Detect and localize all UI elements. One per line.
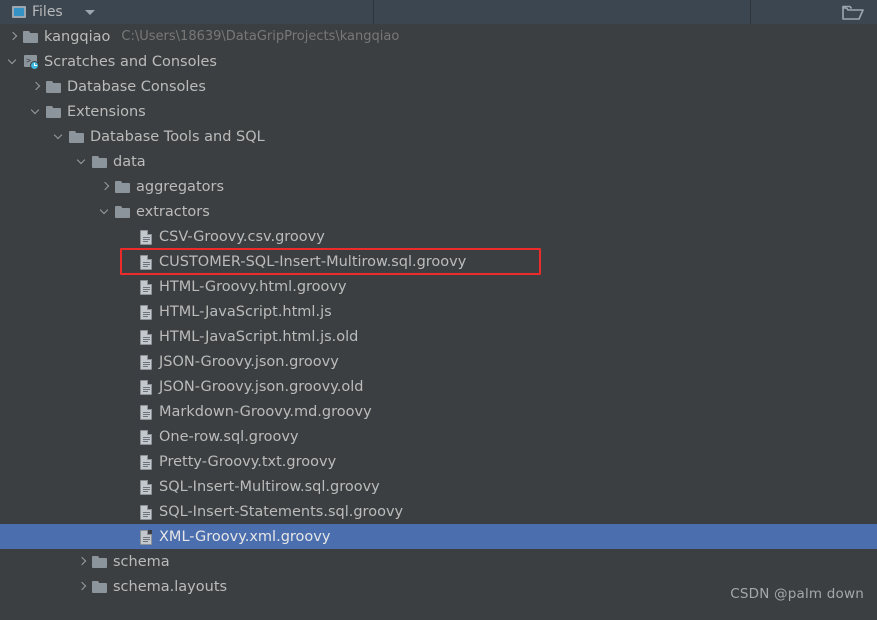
file-icon bbox=[138, 329, 154, 345]
file-icon bbox=[138, 304, 154, 320]
tab-files[interactable]: Files bbox=[0, 0, 95, 24]
tree-row-label: Database Consoles bbox=[67, 78, 206, 95]
file-icon bbox=[138, 354, 154, 370]
tree-row[interactable]: CUSTOMER-SQL-Insert-Multirow.sql.groovy bbox=[0, 249, 877, 274]
scratches-icon: >_ bbox=[23, 54, 39, 70]
tool-window-header: Files bbox=[0, 0, 877, 24]
tree-row[interactable]: >_ Scratches and Consoles bbox=[0, 49, 877, 74]
tree-row-label: CUSTOMER-SQL-Insert-Multirow.sql.groovy bbox=[159, 253, 467, 270]
tree-row[interactable]: JSON-Groovy.json.groovy.old bbox=[0, 374, 877, 399]
tree-row[interactable]: One-row.sql.groovy bbox=[0, 424, 877, 449]
tree-row[interactable]: data bbox=[0, 149, 877, 174]
file-icon bbox=[138, 404, 154, 420]
file-icon bbox=[138, 279, 154, 295]
tree-row[interactable]: HTML-JavaScript.html.js.old bbox=[0, 324, 877, 349]
chevron-right-icon[interactable] bbox=[100, 181, 111, 192]
tree-row-label: Scratches and Consoles bbox=[44, 53, 217, 70]
chevron-right-icon[interactable] bbox=[31, 81, 42, 92]
chevron-right-icon[interactable] bbox=[77, 556, 88, 567]
tree-row-label: HTML-JavaScript.html.js.old bbox=[159, 328, 359, 345]
files-panel-icon bbox=[12, 6, 26, 18]
tab-files-label: Files bbox=[32, 4, 63, 20]
chevron-right-icon[interactable] bbox=[8, 31, 19, 42]
chevron-down-icon[interactable] bbox=[84, 9, 95, 15]
file-icon bbox=[138, 229, 154, 245]
chevron-down-icon[interactable] bbox=[31, 106, 42, 117]
folder-icon bbox=[92, 554, 108, 570]
tree-row[interactable]: Markdown-Groovy.md.groovy bbox=[0, 399, 877, 424]
header-divider-2 bbox=[750, 0, 751, 24]
open-folder-icon[interactable] bbox=[842, 5, 864, 20]
folder-icon bbox=[115, 204, 131, 220]
tree-row[interactable]: CSV-Groovy.csv.groovy bbox=[0, 224, 877, 249]
tree-row[interactable]: SQL-Insert-Statements.sql.groovy bbox=[0, 499, 877, 524]
tree-row-label: data bbox=[113, 153, 146, 170]
tree-row[interactable]: SQL-Insert-Multirow.sql.groovy bbox=[0, 474, 877, 499]
folder-icon bbox=[92, 579, 108, 595]
chevron-down-icon[interactable] bbox=[77, 156, 88, 167]
chevron-down-icon[interactable] bbox=[8, 56, 19, 67]
file-tree[interactable]: kangqiao C:\Users\18639\DataGripProjects\… bbox=[0, 24, 877, 620]
file-icon bbox=[138, 379, 154, 395]
file-icon bbox=[138, 429, 154, 445]
tree-row-label: kangqiao bbox=[44, 28, 111, 45]
tree-row[interactable]: schema bbox=[0, 549, 877, 574]
file-icon bbox=[138, 529, 154, 545]
tree-row[interactable]: JSON-Groovy.json.groovy bbox=[0, 349, 877, 374]
chevron-right-icon[interactable] bbox=[77, 581, 88, 592]
tree-row-label: XML-Groovy.xml.groovy bbox=[159, 528, 331, 545]
tree-row-label: SQL-Insert-Multirow.sql.groovy bbox=[159, 478, 380, 495]
file-icon bbox=[138, 454, 154, 470]
tree-row[interactable]: kangqiao C:\Users\18639\DataGripProjects\… bbox=[0, 24, 877, 49]
folder-icon bbox=[69, 129, 85, 145]
tree-row[interactable]: XML-Groovy.xml.groovy bbox=[0, 524, 877, 549]
folder-icon bbox=[46, 79, 62, 95]
tree-row-label: Extensions bbox=[67, 103, 146, 120]
tree-row-label: HTML-JavaScript.html.js bbox=[159, 303, 332, 320]
tree-row-label: JSON-Groovy.json.groovy.old bbox=[159, 378, 364, 395]
tree-row[interactable]: HTML-JavaScript.html.js bbox=[0, 299, 877, 324]
file-icon bbox=[138, 504, 154, 520]
chevron-down-icon[interactable] bbox=[100, 206, 111, 217]
tree-row[interactable]: HTML-Groovy.html.groovy bbox=[0, 274, 877, 299]
tree-row-label: SQL-Insert-Statements.sql.groovy bbox=[159, 503, 404, 520]
tree-row-label: extractors bbox=[136, 203, 210, 220]
tree-row-label: Markdown-Groovy.md.groovy bbox=[159, 403, 372, 420]
chevron-down-icon[interactable] bbox=[54, 131, 65, 142]
tree-row[interactable]: aggregators bbox=[0, 174, 877, 199]
file-icon bbox=[138, 254, 154, 270]
tree-row-label: CSV-Groovy.csv.groovy bbox=[159, 228, 325, 245]
tree-row-label: aggregators bbox=[136, 178, 225, 195]
file-icon bbox=[138, 479, 154, 495]
folder-icon bbox=[92, 154, 108, 170]
tree-row[interactable]: extractors bbox=[0, 199, 877, 224]
tree-row-label: HTML-Groovy.html.groovy bbox=[159, 278, 347, 295]
tree-row-label: schema bbox=[113, 553, 170, 570]
tree-row-path: C:\Users\18639\DataGripProjects\kangqiao bbox=[121, 28, 400, 44]
folder-icon bbox=[46, 104, 62, 120]
tree-row-label: One-row.sql.groovy bbox=[159, 428, 299, 445]
folder-icon bbox=[23, 29, 39, 45]
tree-row-label: Database Tools and SQL bbox=[90, 128, 265, 145]
tree-row[interactable]: Extensions bbox=[0, 99, 877, 124]
tree-row-label: JSON-Groovy.json.groovy bbox=[159, 353, 339, 370]
tree-row[interactable]: Database Consoles bbox=[0, 74, 877, 99]
folder-icon bbox=[115, 179, 131, 195]
tree-row[interactable]: Database Tools and SQL bbox=[0, 124, 877, 149]
header-divider-1 bbox=[373, 0, 374, 24]
tree-row-label: Pretty-Groovy.txt.groovy bbox=[159, 453, 337, 470]
watermark: CSDN @palm down bbox=[730, 586, 864, 602]
tree-row[interactable]: Pretty-Groovy.txt.groovy bbox=[0, 449, 877, 474]
tree-row-label: schema.layouts bbox=[113, 578, 228, 595]
